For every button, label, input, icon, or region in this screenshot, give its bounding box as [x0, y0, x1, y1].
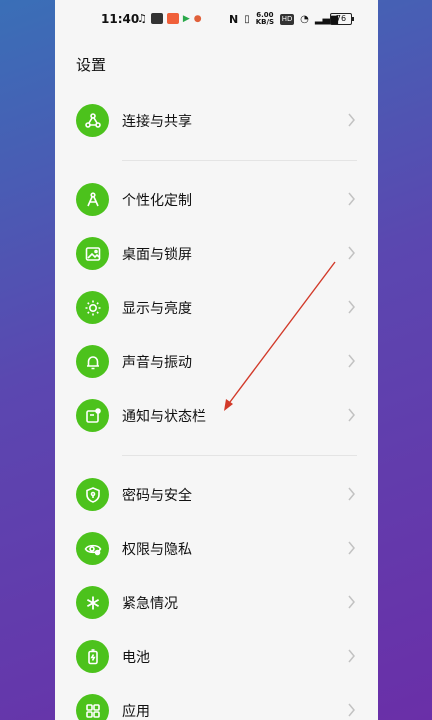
settings-item-battery[interactable]: 电池	[55, 630, 378, 684]
settings-item-label: 声音与振动	[122, 355, 192, 371]
play-icon: ▶	[182, 13, 190, 24]
chevron-right-icon	[348, 541, 355, 555]
hd-icon: HD	[280, 13, 295, 25]
app-badge-icon	[166, 13, 179, 24]
settings-item-connection-sharing[interactable]: 连接与共享	[55, 94, 378, 148]
chevron-right-icon	[348, 246, 355, 260]
settings-item-emergency[interactable]: 紧急情况	[55, 576, 378, 630]
chevron-right-icon	[348, 703, 355, 717]
apps-grid-icon	[76, 694, 109, 720]
group-divider	[122, 455, 357, 456]
settings-item-label: 权限与隐私	[122, 542, 192, 558]
battery-indicator: 76	[330, 13, 354, 25]
settings-item-password-security[interactable]: 密码与安全	[55, 468, 378, 522]
tv-app-icon	[150, 13, 163, 24]
settings-item-notifications-statusbar[interactable]: 通知与状态栏	[55, 389, 378, 443]
vibrate-icon: ▯	[244, 13, 250, 25]
settings-item-label: 电池	[122, 650, 150, 666]
bell-icon	[76, 345, 109, 378]
chevron-right-icon	[348, 595, 355, 609]
sun-icon	[76, 291, 109, 324]
settings-item-label: 密码与安全	[122, 488, 192, 504]
settings-item-label: 应用	[122, 704, 150, 720]
wifi-icon: ◔	[300, 13, 309, 25]
emergency-icon	[76, 586, 109, 619]
group-divider	[122, 160, 357, 161]
status-right-icons: N ▯ 6.00 KB/S HD ◔ ▂▄▆	[229, 12, 338, 26]
status-time: 11:40	[101, 12, 140, 26]
settings-item-label: 显示与亮度	[122, 301, 192, 317]
chevron-right-icon	[348, 487, 355, 501]
chevron-right-icon	[348, 408, 355, 422]
chevron-right-icon	[348, 649, 355, 663]
settings-item-label: 紧急情况	[122, 596, 178, 612]
battery-icon	[76, 640, 109, 673]
settings-item-apps[interactable]: 应用	[55, 684, 378, 720]
nfc-icon: N	[229, 12, 239, 26]
settings-item-personalization[interactable]: 个性化定制	[55, 173, 378, 227]
status-left-icons: ♫ ▶ ●	[137, 12, 202, 25]
chevron-right-icon	[348, 354, 355, 368]
audio-icon: ♫	[137, 12, 147, 25]
game-icon: ●	[193, 13, 202, 24]
compass-icon	[76, 183, 109, 216]
settings-item-display-brightness[interactable]: 显示与亮度	[55, 281, 378, 335]
settings-item-permissions-privacy[interactable]: 权限与隐私	[55, 522, 378, 576]
settings-item-desktop-lockscreen[interactable]: 桌面与锁屏	[55, 227, 378, 281]
phone-screen: 11:40 ♫ ▶ ● N ▯ 6.00 KB/S HD ◔ ▂▄▆ 76 设置…	[55, 0, 378, 720]
settings-item-label: 连接与共享	[122, 114, 192, 130]
settings-item-label: 通知与状态栏	[122, 409, 206, 425]
network-speed: 6.00 KB/S	[256, 12, 274, 26]
chevron-right-icon	[348, 300, 355, 314]
privacy-eye-icon	[76, 532, 109, 565]
page-title: 设置	[76, 56, 107, 74]
settings-item-label: 桌面与锁屏	[122, 247, 192, 263]
chevron-right-icon	[348, 113, 355, 127]
settings-item-sound-vibration[interactable]: 声音与振动	[55, 335, 378, 389]
share-icon	[76, 104, 109, 137]
network-speed-unit: KB/S	[255, 18, 275, 26]
status-bar: 11:40 ♫ ▶ ● N ▯ 6.00 KB/S HD ◔ ▂▄▆ 76	[55, 10, 378, 32]
chevron-right-icon	[348, 192, 355, 206]
image-icon	[76, 237, 109, 270]
notification-icon	[76, 399, 109, 432]
settings-item-label: 个性化定制	[122, 193, 192, 209]
shield-icon	[76, 478, 109, 511]
